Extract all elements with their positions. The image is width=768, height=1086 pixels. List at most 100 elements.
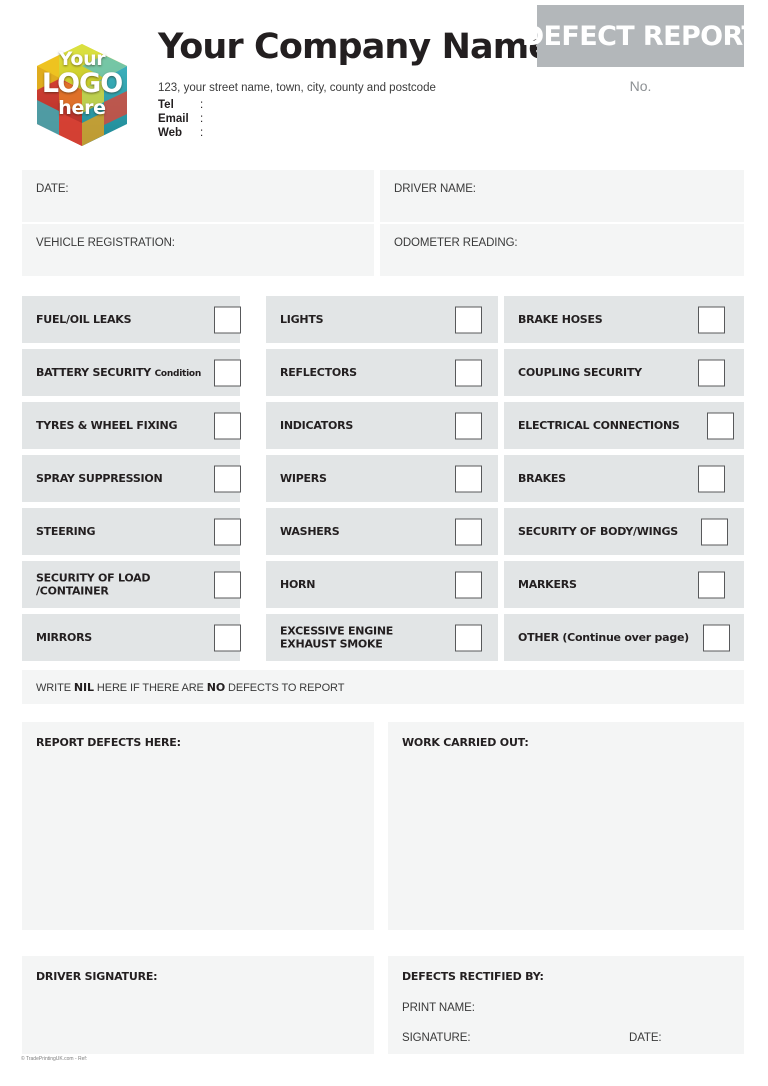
- checklist-label-battery-security-sub: Condition: [154, 368, 202, 379]
- checklist-row-horn[interactable]: HORN: [266, 561, 498, 608]
- checkbox-excessive-engine-exhaust-smoke[interactable]: [455, 624, 482, 651]
- checkbox-tyres-wheel-fixing[interactable]: [214, 412, 241, 439]
- field-odometer-reading[interactable]: ODOMETER READING:: [380, 224, 744, 276]
- report-number-label: No.: [629, 78, 652, 94]
- checklist-row-indicators[interactable]: INDICATORS: [266, 402, 498, 449]
- checklist-row-brake-hoses[interactable]: BRAKE HOSES: [504, 296, 744, 343]
- field-driver-name[interactable]: DRIVER NAME:: [380, 170, 744, 222]
- panel-work-carried-out[interactable]: WORK CARRIED OUT:: [388, 722, 744, 930]
- checklist-row-fuel-oil-leaks[interactable]: FUEL/OIL LEAKS: [22, 296, 241, 343]
- panel-report-defects[interactable]: REPORT DEFECTS HERE:: [22, 722, 374, 930]
- field-label-rectified-signature: SIGNATURE:: [402, 1032, 471, 1044]
- contact-label-tel: Tel: [158, 99, 174, 111]
- checkbox-reflectors[interactable]: [455, 359, 482, 386]
- field-label-rectified-date: DATE:: [629, 1032, 662, 1044]
- panel-defects-rectified[interactable]: DEFECTS RECTIFIED BY: PRINT NAME: SIGNAT…: [388, 956, 744, 1054]
- contact-colon-tel: :: [200, 99, 204, 111]
- contact-row-email: Email :: [158, 112, 210, 126]
- checklist-label-tyres-wheel-fixing: TYRES & WHEEL FIXING: [36, 418, 178, 432]
- checkbox-coupling-security[interactable]: [698, 359, 725, 386]
- panel-title-report-defects: REPORT DEFECTS HERE:: [36, 736, 181, 749]
- panel-driver-signature[interactable]: DRIVER SIGNATURE:: [22, 956, 374, 1054]
- checklist-label-spray-suppression: SPRAY SUPPRESSION: [36, 471, 163, 485]
- field-label-date: DATE:: [36, 183, 69, 195]
- checklist-label-washers: WASHERS: [280, 524, 340, 538]
- checklist-label-indicators: INDICATORS: [280, 418, 354, 432]
- checklist-row-mirrors[interactable]: MIRRORS: [22, 614, 241, 661]
- checkbox-brakes[interactable]: [698, 465, 725, 492]
- footer-credit: © TradePrintingUK.com - Ref:: [21, 1056, 88, 1062]
- field-label-odometer-reading: ODOMETER READING:: [394, 237, 518, 249]
- company-logo: Your LOGO here: [26, 36, 138, 154]
- checklist-label-coupling-security: COUPLING SECURITY: [518, 365, 642, 379]
- checklist-label-lights: LIGHTS: [280, 312, 324, 326]
- checklist-row-markers[interactable]: MARKERS: [504, 561, 744, 608]
- page-header: Your LOGO here Your Company Name 123, yo…: [0, 0, 768, 170]
- checklist-label-electrical-connections: ELECTRICAL CONNECTIONS: [518, 418, 680, 432]
- checkbox-washers[interactable]: [455, 518, 482, 545]
- checklist-label-markers: MARKERS: [518, 577, 577, 591]
- checklist-row-spray-suppression[interactable]: SPRAY SUPPRESSION: [22, 455, 241, 502]
- panel-title-driver-signature: DRIVER SIGNATURE:: [36, 970, 158, 983]
- checklist-label-reflectors: REFLECTORS: [280, 365, 357, 379]
- checkbox-markers[interactable]: [698, 571, 725, 598]
- checkbox-mirrors[interactable]: [214, 624, 241, 651]
- checkbox-lights[interactable]: [455, 306, 482, 333]
- checklist-row-wipers[interactable]: WIPERS: [266, 455, 498, 502]
- defect-report-banner: DEFECT REPORT: [522, 5, 760, 67]
- contact-colon-email: :: [200, 113, 204, 125]
- checkbox-electrical-connections[interactable]: [707, 412, 734, 439]
- checklist-label-brakes: BRAKES: [518, 471, 566, 485]
- contact-row-web: Web :: [158, 126, 210, 140]
- checkbox-steering[interactable]: [214, 518, 241, 545]
- nil-part-3: DEFECTS TO REPORT: [225, 682, 345, 694]
- checkbox-other[interactable]: [703, 624, 730, 651]
- contact-label-web: Web: [158, 127, 183, 139]
- contact-label-email: Email: [158, 113, 189, 125]
- panel-title-defects-rectified: DEFECTS RECTIFIED BY:: [402, 970, 544, 983]
- checkbox-security-of-load[interactable]: [214, 571, 241, 598]
- contact-colon-web: :: [200, 127, 204, 139]
- checklist-label-battery-security-main: BATTERY SECURITY: [36, 365, 151, 379]
- company-contacts: Tel : Email : Web :: [158, 98, 210, 140]
- puzzle-cube-logo-icon: [37, 44, 127, 146]
- defect-report-title: DEFECT REPORT: [521, 20, 760, 52]
- company-name: Your Company Name: [158, 27, 552, 67]
- checkbox-wipers[interactable]: [455, 465, 482, 492]
- field-label-print-name: PRINT NAME:: [402, 1002, 475, 1014]
- checklist-label-security-of-load: SECURITY OF LOAD /CONTAINER: [36, 570, 151, 598]
- checkbox-brake-hoses[interactable]: [698, 306, 725, 333]
- field-date[interactable]: DATE:: [22, 170, 374, 222]
- checkbox-horn[interactable]: [455, 571, 482, 598]
- checklist-row-brakes[interactable]: BRAKES: [504, 455, 744, 502]
- nil-part-1: WRITE: [36, 682, 74, 694]
- field-label-driver-name: DRIVER NAME:: [394, 183, 476, 195]
- checklist-row-coupling-security[interactable]: COUPLING SECURITY: [504, 349, 744, 396]
- company-address: 123, your street name, town, city, count…: [158, 82, 436, 94]
- panel-title-work-carried-out: WORK CARRIED OUT:: [402, 736, 529, 749]
- checkbox-spray-suppression[interactable]: [214, 465, 241, 492]
- checklist-label-mirrors: MIRRORS: [36, 630, 92, 644]
- checklist-row-electrical-connections[interactable]: ELECTRICAL CONNECTIONS: [504, 402, 744, 449]
- checklist-row-security-of-load[interactable]: SECURITY OF LOAD /CONTAINER: [22, 561, 241, 608]
- checkbox-battery-security[interactable]: [214, 359, 241, 386]
- checklist-label-wipers: WIPERS: [280, 471, 327, 485]
- checklist-row-reflectors[interactable]: REFLECTORS: [266, 349, 498, 396]
- checklist-row-battery-security[interactable]: BATTERY SECURITY Condition: [22, 349, 241, 396]
- checklist-row-washers[interactable]: WASHERS: [266, 508, 498, 555]
- contact-row-tel: Tel :: [158, 98, 210, 112]
- field-vehicle-registration[interactable]: VEHICLE REGISTRATION:: [22, 224, 374, 276]
- checklist-label-steering: STEERING: [36, 524, 96, 538]
- checklist-row-excessive-engine-exhaust-smoke[interactable]: EXCESSIVE ENGINE EXHAUST SMOKE: [266, 614, 498, 661]
- checklist-label-security-of-body-wings: SECURITY OF BODY/WINGS: [518, 524, 678, 538]
- nil-notice-text: WRITE NIL HERE IF THERE ARE NO DEFECTS T…: [36, 681, 344, 694]
- checklist-row-lights[interactable]: LIGHTS: [266, 296, 498, 343]
- checkbox-indicators[interactable]: [455, 412, 482, 439]
- checklist-row-steering[interactable]: STEERING: [22, 508, 241, 555]
- checklist-row-tyres-wheel-fixing[interactable]: TYRES & WHEEL FIXING: [22, 402, 241, 449]
- checkbox-security-of-body-wings[interactable]: [701, 518, 728, 545]
- checklist-row-other[interactable]: OTHER (Continue over page): [504, 614, 744, 661]
- checkbox-fuel-oil-leaks[interactable]: [214, 306, 241, 333]
- checklist-row-security-of-body-wings[interactable]: SECURITY OF BODY/WINGS: [504, 508, 744, 555]
- nil-part-2: HERE IF THERE ARE: [93, 682, 207, 694]
